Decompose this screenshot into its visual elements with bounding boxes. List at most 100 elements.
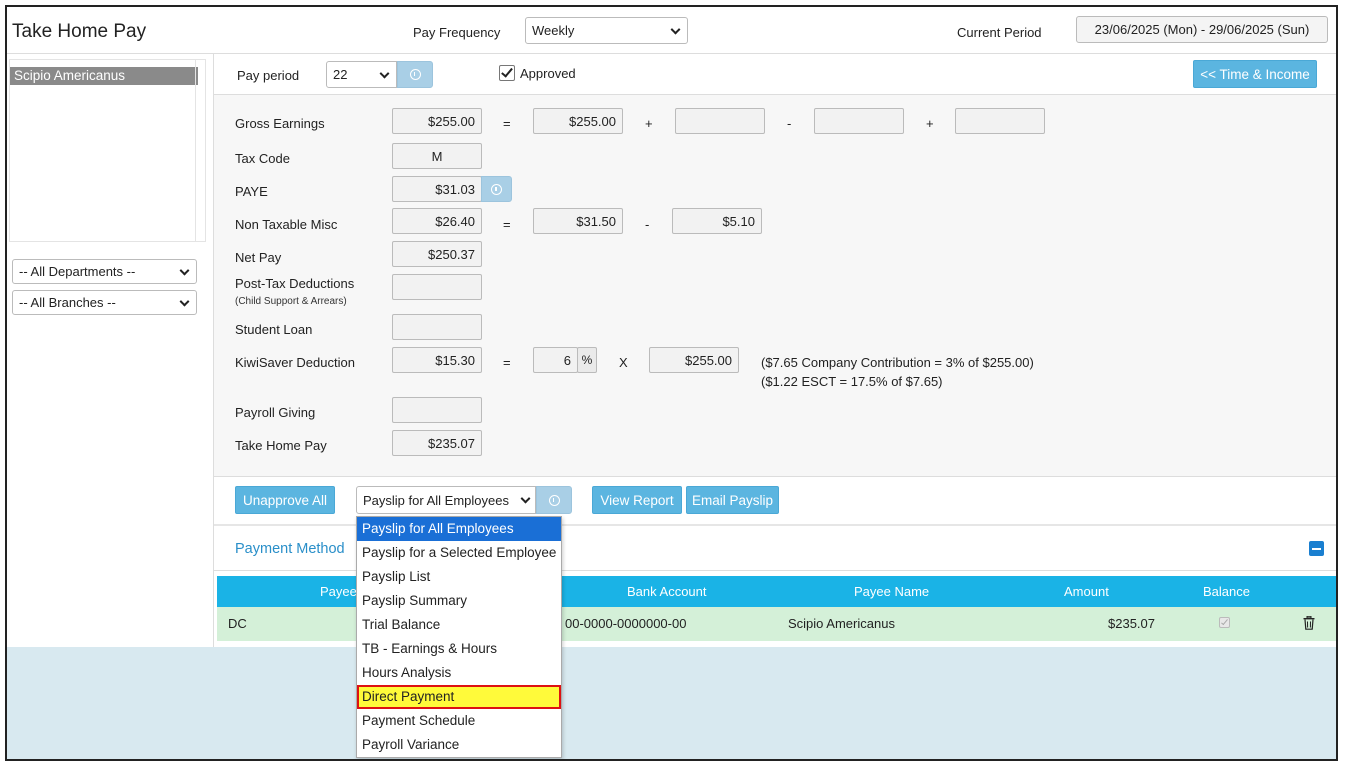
info-icon: [491, 183, 502, 195]
balance-checkbox[interactable]: [1219, 617, 1230, 628]
post-tax-deductions-field[interactable]: [392, 274, 482, 300]
report-option-trial-balance[interactable]: Trial Balance: [357, 613, 561, 637]
approved-label: Approved: [520, 66, 576, 81]
report-option-hours-analysis[interactable]: Hours Analysis: [357, 661, 561, 685]
kiwisaver-esct-note: ($1.22 ESCT = 17.5% of $7.65): [761, 374, 943, 389]
minus-sign: -: [787, 116, 792, 131]
column-header-bank-account: Bank Account: [627, 584, 707, 599]
plus-sign: +: [926, 116, 934, 131]
tax-code-field[interactable]: M: [392, 143, 482, 169]
equals-sign: =: [503, 217, 511, 232]
column-header-amount: Amount: [1064, 584, 1109, 599]
email-payslip-button[interactable]: Email Payslip: [686, 486, 779, 514]
header-divider: [7, 53, 1336, 54]
post-tax-deductions-sublabel: (Child Support & Arrears): [235, 296, 347, 307]
kiwisaver-percent-field[interactable]: 6: [533, 347, 578, 373]
report-info-button[interactable]: [536, 486, 572, 514]
report-option-tb-earnings-hours[interactable]: TB - Earnings & Hours: [357, 637, 561, 661]
payroll-giving-field[interactable]: [392, 397, 482, 423]
report-option-payslip-summary[interactable]: Payslip Summary: [357, 589, 561, 613]
department-select[interactable]: -- All Departments --: [12, 259, 197, 284]
take-home-pay-label: Take Home Pay: [235, 438, 327, 453]
chevron-down-icon: [520, 493, 531, 504]
student-loan-field[interactable]: [392, 314, 482, 340]
department-value: -- All Departments --: [19, 264, 136, 279]
post-tax-deductions-label: Post-Tax Deductions: [235, 276, 355, 291]
current-period-value: 23/06/2025 (Mon) - 29/06/2025 (Sun): [1094, 22, 1310, 37]
chevron-down-icon: [179, 265, 190, 276]
gross-earnings-component-4[interactable]: [955, 108, 1045, 134]
report-option-payslip-all[interactable]: Payslip for All Employees: [357, 517, 561, 541]
kiwisaver-label: KiwiSaver Deduction: [235, 355, 355, 370]
minus-sign: -: [645, 217, 650, 232]
unapprove-all-button[interactable]: Unapprove All: [235, 486, 335, 514]
chevron-down-icon: [379, 68, 390, 79]
form-divider: [214, 476, 1336, 477]
tax-code-label: Tax Code: [235, 151, 290, 166]
current-period-display[interactable]: 23/06/2025 (Mon) - 29/06/2025 (Sun): [1076, 16, 1328, 43]
report-select-value: Payslip for All Employees: [363, 492, 509, 508]
pay-period-label: Pay period: [237, 68, 300, 83]
gross-earnings-label: Gross Earnings: [235, 116, 325, 131]
page-footer-area: [7, 647, 1336, 759]
collapse-icon[interactable]: [1309, 541, 1324, 556]
paye-info-button[interactable]: [481, 176, 512, 202]
app-frame: Take Home Pay Pay Frequency Weekly Curre…: [5, 5, 1338, 761]
report-select[interactable]: Payslip for All Employees: [356, 486, 536, 514]
employee-list-scrollbar[interactable]: [195, 60, 205, 241]
page-title: Take Home Pay: [12, 21, 147, 42]
row-amount: $235.07: [1108, 616, 1155, 631]
percent-addon: %: [577, 347, 597, 373]
gross-earnings-component-2[interactable]: [675, 108, 765, 134]
trash-icon[interactable]: [1303, 615, 1315, 633]
kiwisaver-base-field[interactable]: $255.00: [649, 347, 739, 373]
take-home-pay-field[interactable]: $235.07: [392, 430, 482, 456]
branch-select[interactable]: -- All Branches --: [12, 290, 197, 315]
kiwisaver-field[interactable]: $15.30: [392, 347, 482, 373]
report-option-payslip-selected[interactable]: Payslip for a Selected Employee: [357, 541, 561, 565]
paye-field[interactable]: $31.03: [392, 176, 482, 202]
non-taxable-misc-label: Non Taxable Misc: [235, 217, 338, 232]
equals-sign: =: [503, 116, 511, 131]
row-payee: DC: [228, 616, 247, 631]
branch-value: -- All Branches --: [19, 295, 116, 310]
employee-list-item[interactable]: Scipio Americanus: [10, 67, 198, 85]
row-bank-account: 00-0000-0000000-00: [565, 616, 687, 631]
current-period-label: Current Period: [957, 25, 1042, 40]
time-income-button[interactable]: << Time & Income: [1193, 60, 1317, 88]
net-pay-field[interactable]: $250.37: [392, 241, 482, 267]
chevron-down-icon: [179, 296, 190, 307]
non-taxable-misc-field[interactable]: $26.40: [392, 208, 482, 234]
pay-period-value: 22: [333, 67, 348, 82]
times-sign: X: [619, 355, 628, 370]
pay-period-info-button[interactable]: [397, 61, 433, 88]
column-header-balance: Balance: [1203, 584, 1250, 599]
report-option-payroll-variance[interactable]: Payroll Variance: [357, 733, 561, 757]
report-option-payslip-list[interactable]: Payslip List: [357, 565, 561, 589]
row-payee-name: Scipio Americanus: [788, 616, 895, 631]
plus-sign: +: [645, 116, 653, 131]
check-icon: [501, 65, 513, 78]
gross-earnings-component-3[interactable]: [814, 108, 904, 134]
report-option-payment-schedule[interactable]: Payment Schedule: [357, 709, 561, 733]
non-taxable-misc-component-1[interactable]: $31.50: [533, 208, 623, 234]
column-header-payee-name: Payee Name: [854, 584, 930, 599]
non-taxable-misc-component-2[interactable]: $5.10: [672, 208, 762, 234]
student-loan-label: Student Loan: [235, 322, 313, 337]
employee-list: Scipio Americanus: [9, 59, 206, 242]
net-pay-label: Net Pay: [235, 250, 282, 265]
paye-label: PAYE: [235, 184, 268, 199]
equals-sign: =: [503, 355, 511, 370]
view-report-button[interactable]: View Report: [592, 486, 682, 514]
pay-frequency-select[interactable]: Weekly: [525, 17, 688, 44]
kiwisaver-company-note: ($7.65 Company Contribution = 3% of $255…: [761, 355, 1034, 370]
pay-period-select[interactable]: 22: [326, 61, 397, 88]
chevron-down-icon: [670, 24, 681, 35]
payment-method-title[interactable]: Payment Method: [235, 541, 345, 557]
pay-frequency-value: Weekly: [532, 23, 575, 38]
gross-earnings-field[interactable]: $255.00: [392, 108, 482, 134]
gross-earnings-component-1[interactable]: $255.00: [533, 108, 623, 134]
info-icon: [548, 494, 560, 506]
approved-checkbox[interactable]: [499, 65, 515, 81]
report-option-direct-payment[interactable]: Direct Payment: [357, 685, 561, 709]
